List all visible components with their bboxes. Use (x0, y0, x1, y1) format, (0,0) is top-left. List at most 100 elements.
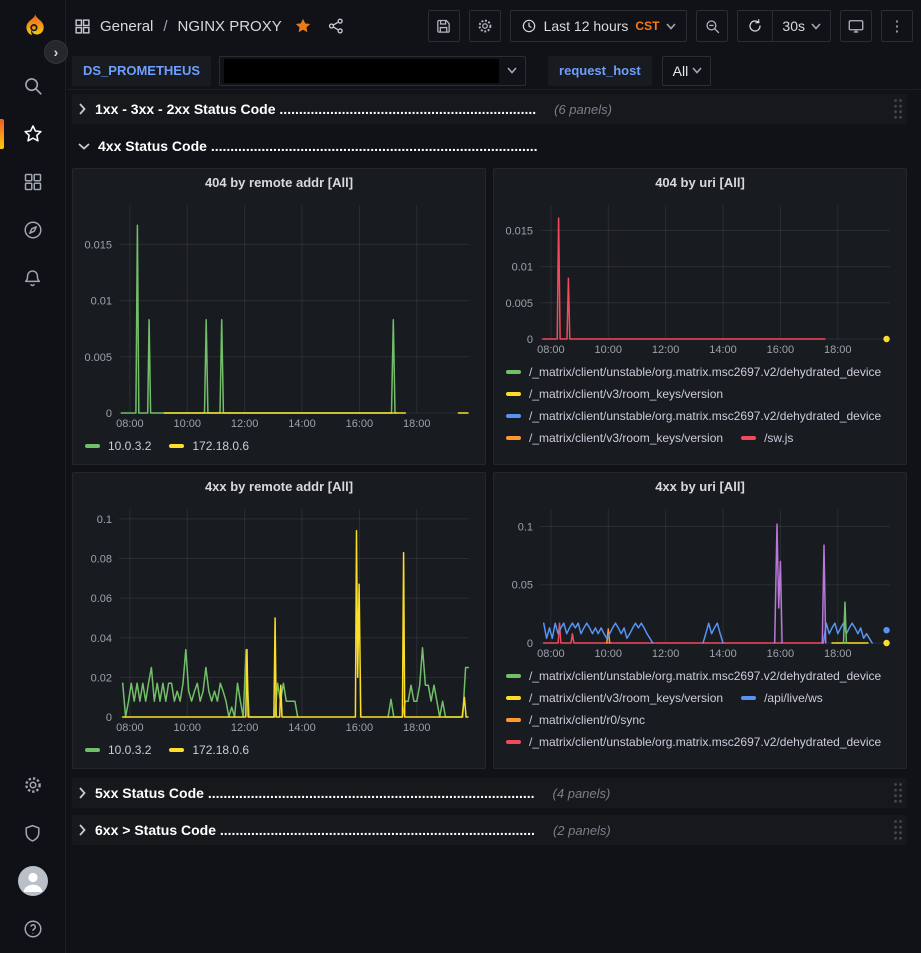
legend-marker-icon (506, 370, 521, 374)
sidebar-item-server-admin[interactable] (0, 809, 65, 857)
svg-text:0.1: 0.1 (518, 521, 533, 533)
cycle-view-mode-button[interactable] (840, 10, 872, 42)
more-options-button[interactable]: ⋮ (881, 10, 913, 42)
legend-item[interactable]: /_matrix/client/unstable/org.matrix.msc2… (506, 361, 881, 383)
legend-marker-icon (506, 696, 521, 700)
legend-item[interactable]: 172.18.0.6 (169, 739, 249, 761)
dashboards-icon (23, 172, 43, 192)
legend-label[interactable]: /_matrix/client/v3/room_keys/version (529, 387, 723, 401)
legend-item[interactable]: /_matrix/client/unstable/org.matrix.msc2… (506, 731, 881, 753)
legend-label[interactable]: /_matrix/client/v3/room_keys/version (529, 431, 723, 445)
svg-text:18:00: 18:00 (403, 418, 431, 430)
legend-item[interactable]: /api/live/ws (741, 687, 823, 709)
refresh-button[interactable] (738, 11, 772, 41)
legend-label[interactable]: /_matrix/client/unstable/org.matrix.msc2… (529, 409, 881, 423)
variable-label-ds-prometheus[interactable]: DS_PROMETHEUS (72, 56, 211, 86)
sidebar-expand-button[interactable]: › (44, 40, 68, 64)
explore-compass-icon (22, 219, 44, 241)
person-icon (18, 866, 48, 896)
legend-marker-icon (506, 718, 521, 722)
zoom-out-time-button[interactable] (696, 10, 728, 42)
time-series-chart[interactable]: 00.020.040.060.080.108:0010:0012:0014:00… (79, 501, 479, 735)
legend-item[interactable]: /_matrix/client/unstable/org.matrix.msc2… (506, 405, 881, 427)
legend-marker-icon (169, 748, 184, 752)
time-series-chart[interactable]: 00.050.108:0010:0012:0014:0016:0018:00 (500, 501, 900, 661)
legend-marker-icon (506, 436, 521, 440)
svg-text:0.015: 0.015 (505, 225, 533, 237)
favorite-star-icon[interactable] (294, 17, 312, 35)
svg-text:0: 0 (527, 334, 533, 346)
page-title[interactable]: NGINX PROXY (178, 18, 282, 35)
refresh-interval-dropdown[interactable]: 30s (772, 11, 830, 41)
legend-label[interactable]: 10.0.3.2 (108, 743, 151, 757)
svg-text:18:00: 18:00 (403, 722, 431, 734)
chart-legend: /_matrix/client/unstable/org.matrix.msc2… (500, 661, 900, 753)
dashboard-settings-button[interactable] (469, 10, 501, 42)
legend-item[interactable]: /_matrix/client/r0/sync (506, 709, 645, 731)
top-navbar: General / NGINX PROXY (67, 0, 921, 52)
legend-item[interactable]: 10.0.3.2 (85, 739, 151, 761)
panel-title[interactable]: 4xx by uri [All] (500, 473, 900, 501)
row-drag-handle-icon[interactable] (893, 98, 903, 120)
svg-text:0.01: 0.01 (512, 262, 533, 274)
legend-item[interactable]: /_matrix/client/v3/room_keys/version (506, 687, 723, 709)
sidebar-item-dashboards[interactable] (0, 158, 65, 206)
legend-item[interactable]: 10.0.3.2 (85, 435, 151, 457)
save-icon (435, 18, 452, 35)
row-header-5xx[interactable]: 5xx Status Code ........................… (72, 778, 907, 808)
time-range-label: Last 12 hours (544, 18, 629, 34)
legend-label[interactable]: /_matrix/client/r0/sync (529, 713, 645, 727)
panel-title[interactable]: 404 by remote addr [All] (79, 169, 479, 197)
svg-text:0: 0 (106, 712, 112, 724)
panel-title[interactable]: 4xx by remote addr [All] (79, 473, 479, 501)
sidebar-item-alerting[interactable] (0, 254, 65, 302)
sidebar-item-explore[interactable] (0, 206, 65, 254)
row-header-6xx[interactable]: 6xx > Status Code ......................… (72, 815, 907, 845)
variable-dropdown-request-host[interactable]: All (662, 56, 712, 86)
legend-item[interactable]: 172.18.0.6 (169, 435, 249, 457)
svg-text:14:00: 14:00 (709, 344, 737, 356)
panel-title[interactable]: 404 by uri [All] (500, 169, 900, 197)
row-title: 1xx - 3xx - 2xx Status Code ............… (95, 101, 536, 117)
legend-label[interactable]: /sw.js (764, 431, 793, 445)
refresh-controls: 30s (737, 10, 831, 42)
chart-legend: 10.0.3.2 172.18.0.6 (79, 431, 479, 457)
legend-label[interactable]: /api/live/ws (764, 691, 823, 705)
time-series-chart[interactable]: 00.0050.010.01508:0010:0012:0014:0016:00… (500, 197, 900, 357)
legend-item[interactable]: /_matrix/client/v3/room_keys/version (506, 383, 723, 405)
breadcrumb-section[interactable]: General (100, 18, 153, 35)
variable-label-request-host[interactable]: request_host (548, 56, 652, 86)
legend-label[interactable]: /_matrix/client/unstable/org.matrix.msc2… (529, 735, 881, 749)
row-header-4xx[interactable]: 4xx Status Code ........................… (72, 131, 907, 161)
monitor-icon (847, 17, 865, 35)
sidebar-item-search[interactable] (0, 62, 65, 110)
variable-dropdown-ds-prometheus[interactable] (219, 56, 526, 86)
legend-item[interactable]: /sw.js (741, 427, 793, 449)
legend-label[interactable]: /_matrix/client/unstable/org.matrix.msc2… (529, 669, 881, 683)
row-drag-handle-icon[interactable] (893, 782, 903, 804)
legend-item[interactable]: /_matrix/client/unstable/org.matrix.msc2… (506, 665, 881, 687)
share-icon[interactable] (327, 17, 345, 35)
chevron-down-icon (507, 67, 517, 74)
legend-label[interactable]: 172.18.0.6 (192, 743, 249, 757)
svg-text:16:00: 16:00 (767, 344, 795, 356)
legend-label[interactable]: 172.18.0.6 (192, 439, 249, 453)
time-range-picker[interactable]: Last 12 hours CST (510, 10, 688, 42)
sidebar-item-configuration[interactable] (0, 761, 65, 809)
sidebar-item-help[interactable] (0, 905, 65, 953)
legend-label[interactable]: /_matrix/client/v3/room_keys/version (529, 691, 723, 705)
svg-text:08:00: 08:00 (116, 418, 144, 430)
legend-item[interactable]: /_matrix/client/v3/room_keys/version (506, 427, 723, 449)
save-dashboard-button[interactable] (428, 10, 460, 42)
sidebar-item-profile[interactable] (0, 857, 65, 905)
time-series-chart[interactable]: 00.0050.010.01508:0010:0012:0014:0016:00… (79, 197, 479, 431)
svg-text:10:00: 10:00 (595, 344, 623, 356)
legend-marker-icon (506, 674, 521, 678)
legend-label[interactable]: 10.0.3.2 (108, 439, 151, 453)
sidebar-item-starred[interactable] (0, 110, 65, 158)
legend-label[interactable]: /_matrix/client/unstable/org.matrix.msc2… (529, 365, 881, 379)
row-panel-count: (2 panels) (553, 823, 611, 838)
svg-text:0.08: 0.08 (91, 554, 112, 566)
row-drag-handle-icon[interactable] (893, 819, 903, 841)
row-header-1xx-3xx-2xx[interactable]: 1xx - 3xx - 2xx Status Code ............… (72, 94, 907, 124)
